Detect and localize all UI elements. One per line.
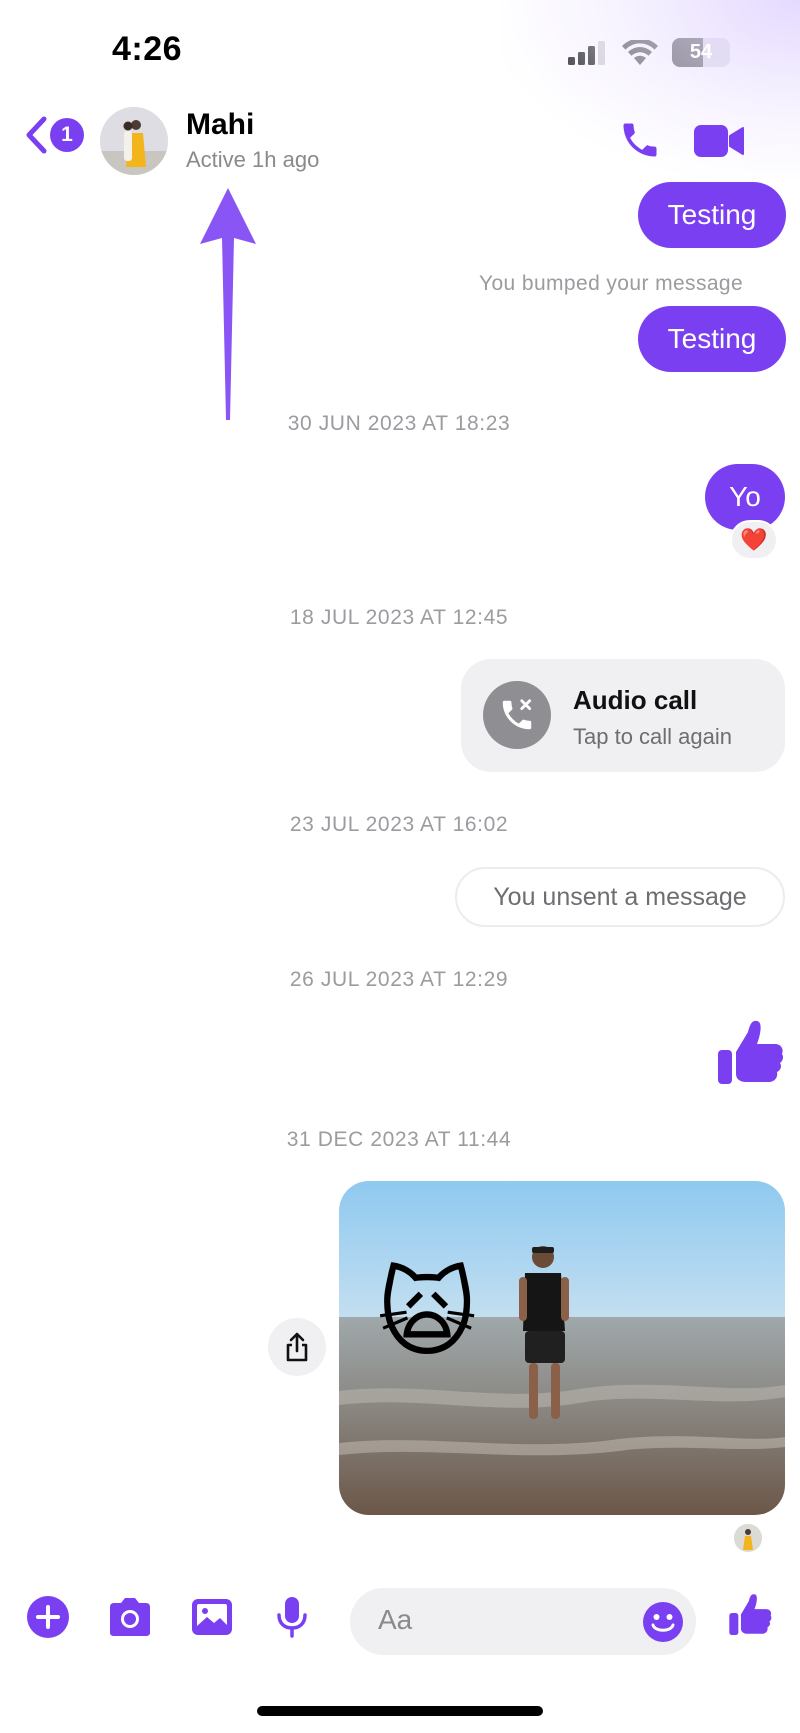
add-button[interactable] (26, 1595, 70, 1639)
back-chevron-icon (26, 116, 47, 154)
share-icon (286, 1332, 308, 1362)
unread-badge: 1 (50, 118, 84, 152)
back-button[interactable]: 1 (24, 116, 84, 154)
emoji-button[interactable] (642, 1601, 684, 1648)
battery-icon: 54 (672, 38, 730, 67)
annotation-arrow (200, 188, 256, 420)
plus-icon (27, 1596, 69, 1638)
emoji-icon (643, 1602, 683, 1642)
gallery-button[interactable] (190, 1595, 234, 1639)
battery-level: 54 (689, 41, 713, 63)
missed-audio-call-card[interactable]: Audio call Tap to call again (461, 659, 785, 772)
timestamp: 23 JUL 2023 AT 16:02 (289, 813, 509, 836)
call-card-title: Audio call (573, 685, 698, 715)
cat-sticker: 🙀 (377, 1261, 478, 1368)
message-bubble-outgoing[interactable]: Testing (638, 182, 786, 248)
home-indicator[interactable] (257, 1706, 543, 1716)
microphone-icon (277, 1597, 307, 1638)
gallery-icon (192, 1599, 232, 1635)
shared-photo[interactable]: 🙀 (339, 1181, 785, 1515)
contact-avatar[interactable] (100, 107, 168, 175)
audio-call-button[interactable] (618, 118, 662, 167)
thumbs-up-send-button[interactable] (728, 1592, 772, 1638)
message-bubble-outgoing[interactable]: Testing (638, 306, 786, 372)
unsent-message-notice: You unsent a message (455, 867, 785, 927)
timestamp: 31 DEC 2023 AT 11:44 (286, 1128, 512, 1151)
timestamp: 18 JUL 2023 AT 12:45 (289, 606, 509, 629)
video-camera-icon (694, 125, 744, 157)
thumbs-up-icon (729, 1594, 772, 1636)
camera-button[interactable] (106, 1595, 154, 1639)
message-input-placeholder: Aa (378, 1604, 413, 1635)
contact-active-status: Active 1h ago (186, 147, 320, 172)
voice-message-button[interactable] (274, 1595, 310, 1639)
status-time: 4:26 (112, 30, 183, 68)
camera-icon (110, 1598, 150, 1636)
missed-call-icon (483, 681, 551, 749)
timestamp: 30 JUN 2023 AT 18:23 (287, 412, 511, 435)
call-card-subtitle: Tap to call again (573, 724, 732, 749)
message-input[interactable]: Aa (350, 1588, 696, 1655)
heart-reaction[interactable]: ❤️ (730, 520, 778, 560)
bump-note: You bumped your message (479, 272, 744, 295)
phone-icon (623, 123, 657, 157)
share-button[interactable] (268, 1318, 326, 1376)
timestamp: 26 JUL 2023 AT 12:29 (289, 968, 509, 991)
video-call-button[interactable] (694, 123, 744, 164)
heart-reaction-emoji: ❤️ (740, 527, 768, 552)
thumbs-up-icon (718, 1020, 784, 1084)
seen-avatar (734, 1524, 762, 1552)
contact-name[interactable]: Mahi (186, 108, 254, 142)
thumbs-up-message[interactable] (716, 1018, 784, 1093)
